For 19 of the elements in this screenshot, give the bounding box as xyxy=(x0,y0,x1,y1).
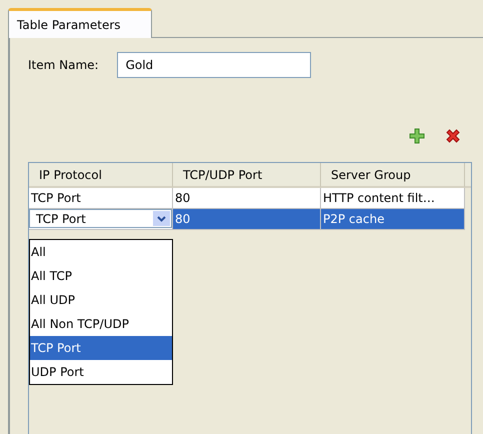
protocol-combo[interactable]: TCP Port xyxy=(29,209,172,228)
add-icon[interactable] xyxy=(409,128,425,144)
table-cell: TCP Port xyxy=(29,188,173,209)
item-name-label: Item Name: xyxy=(28,58,99,72)
dropdown-option[interactable]: UDP Port xyxy=(30,360,172,384)
table-cell: HTTP content filt… xyxy=(321,188,465,209)
dropdown-option[interactable]: All xyxy=(30,240,172,264)
dropdown-option[interactable]: TCP Port xyxy=(30,336,172,360)
table-cell: P2P cache xyxy=(321,209,465,230)
tab[interactable]: Table Parameters xyxy=(8,8,152,38)
delete-icon[interactable] xyxy=(445,128,461,144)
table-cell: 80 xyxy=(173,188,321,209)
table-row[interactable]: TCP Port 80 HTTP content filt… xyxy=(29,188,471,209)
item-name-field[interactable]: Gold xyxy=(116,52,311,78)
dropdown-option[interactable]: All UDP xyxy=(30,288,172,312)
dropdown-option[interactable]: All TCP xyxy=(30,264,172,288)
dropdown-option[interactable]: All Non TCP/UDP xyxy=(30,312,172,336)
table-cell: 80 xyxy=(173,209,321,230)
table-row[interactable]: TCP Port 80 P2P cache xyxy=(29,209,471,230)
